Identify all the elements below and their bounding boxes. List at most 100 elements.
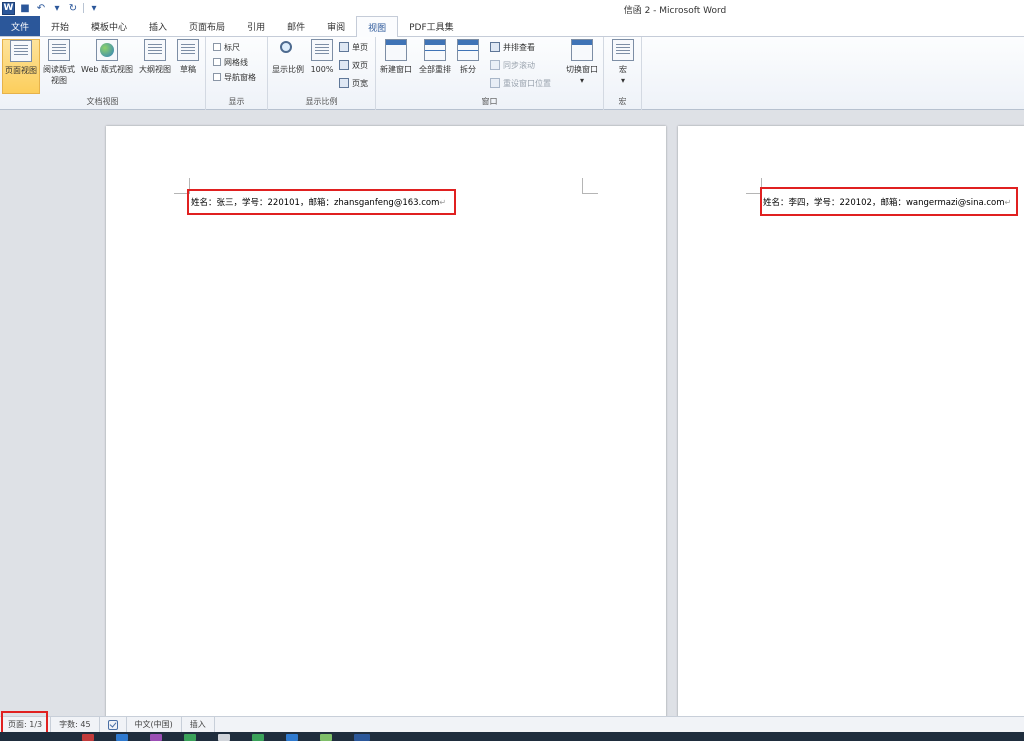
ruler-check-box[interactable]: [213, 43, 221, 51]
page-width-button[interactable]: 页宽: [339, 76, 368, 90]
tab-page-layout[interactable]: 页面布局: [178, 16, 236, 36]
new-window-label: 新建窗口: [380, 65, 412, 74]
taskbar-word-icon[interactable]: [354, 734, 370, 741]
tab-template-center[interactable]: 模板中心: [80, 16, 138, 36]
gridlines-checkbox[interactable]: 网格线: [213, 55, 248, 69]
document-views-group-label: 文档视图: [86, 97, 119, 106]
side-by-side-label: 并排查看: [503, 42, 535, 52]
sync-scroll-button: 同步滚动: [490, 58, 535, 72]
one-page-label: 单页: [352, 42, 368, 52]
group-show: 标尺 网格线 导航窗格 显示: [206, 37, 268, 110]
nav-pane-checkbox[interactable]: 导航窗格: [213, 70, 256, 84]
two-pages-icon: [339, 60, 349, 70]
taskbar-app-icon[interactable]: [218, 734, 230, 741]
taskbar-app-icon[interactable]: [320, 734, 332, 741]
status-insert-mode[interactable]: 插入: [182, 716, 215, 733]
web-view-button[interactable]: Web 版式视图: [78, 39, 136, 75]
tab-references[interactable]: 引用: [236, 16, 276, 36]
zoom-button[interactable]: 显示比例: [270, 39, 306, 75]
ruler-checkbox[interactable]: 标尺: [213, 40, 240, 54]
one-page-button[interactable]: 单页: [339, 40, 368, 54]
switch-windows-button[interactable]: 切换窗口 ▾: [564, 39, 600, 86]
reading-view-button[interactable]: 阅读版式 视图: [41, 39, 77, 86]
page-view-icon: [10, 40, 32, 62]
ribbon: 页面视图 阅读版式 视图 Web 版式视图 大纲视图 草稿 文档视图 标尺 网格…: [0, 37, 1024, 110]
arrange-all-button[interactable]: 全部重排: [416, 39, 454, 75]
taskbar-app-icon[interactable]: [184, 734, 196, 741]
taskbar-app-icon[interactable]: [150, 734, 162, 741]
tab-insert[interactable]: 插入: [138, 16, 178, 36]
two-pages-button[interactable]: 双页: [339, 58, 368, 72]
window-title: 信函 2 - Microsoft Word: [623, 6, 727, 16]
reading-view-icon: [48, 39, 70, 61]
tab-home[interactable]: 开始: [40, 16, 80, 36]
web-view-label: Web 版式视图: [81, 65, 133, 74]
status-bar: 页面: 1/3 字数: 45 中文(中国) 插入: [0, 716, 1024, 733]
zoom-label: 显示比例: [272, 65, 304, 74]
highlight-box-page1: [187, 189, 456, 215]
tab-file[interactable]: 文件: [0, 16, 40, 36]
window-group-label: 窗口: [481, 97, 498, 106]
tab-pdf-tools[interactable]: PDF工具集: [398, 16, 465, 36]
switch-windows-dropdown-icon[interactable]: ▾: [580, 75, 584, 86]
taskbar-app-icon[interactable]: [82, 734, 94, 741]
document-page-1[interactable]: 姓名：张三，学号：220101，邮箱：zhansganfeng@163.com↵: [106, 126, 666, 716]
side-by-side-button[interactable]: 并排查看: [490, 40, 535, 54]
taskbar-app-icon[interactable]: [286, 734, 298, 741]
nav-pane-label: 导航窗格: [224, 72, 256, 82]
reading-view-label-2: 视图: [51, 76, 67, 85]
group-document-views: 页面视图 阅读版式 视图 Web 版式视图 大纲视图 草稿 文档视图: [0, 37, 206, 110]
outline-view-label: 大纲视图: [139, 65, 171, 74]
macros-group-label: 宏: [618, 97, 627, 106]
status-proofing[interactable]: [100, 716, 127, 733]
arrange-all-icon: [424, 39, 446, 61]
macros-icon: [612, 39, 634, 61]
insert-mode-text: 插入: [189, 720, 206, 729]
split-button[interactable]: 拆分: [456, 39, 480, 75]
proofing-icon[interactable]: [107, 719, 118, 730]
group-zoom: 显示比例 100% 单页 双页 页宽 显示比例: [268, 37, 376, 110]
macros-button[interactable]: 宏 ▾: [610, 39, 636, 86]
tab-view[interactable]: 视图: [356, 16, 399, 37]
sync-scroll-label: 同步滚动: [503, 60, 535, 70]
status-language[interactable]: 中文(中国): [127, 716, 182, 733]
draft-view-label: 草稿: [180, 65, 196, 74]
outline-view-icon: [144, 39, 166, 61]
reset-position-button: 重设窗口位置: [490, 76, 551, 90]
ribbon-tabs: 文件 开始 模板中心 插入 页面布局 引用 邮件 审阅 视图 PDF工具集: [0, 16, 1024, 37]
tab-mailings[interactable]: 邮件: [276, 16, 316, 36]
macros-label: 宏: [619, 65, 627, 74]
side-by-side-icon: [490, 42, 500, 52]
draft-view-button[interactable]: 草稿: [174, 39, 202, 75]
outline-view-button[interactable]: 大纲视图: [137, 39, 173, 75]
ruler-label: 标尺: [224, 42, 240, 52]
gridlines-check-box[interactable]: [213, 58, 221, 66]
macros-dropdown-icon[interactable]: ▾: [621, 75, 625, 86]
language-text: 中文(中国): [134, 720, 173, 729]
document-page-2[interactable]: 姓名：李四，学号：220102，邮箱：wangermazi@sina.com↵: [678, 126, 1024, 716]
new-window-icon: [385, 39, 407, 61]
status-word-count[interactable]: 字数: 45: [51, 716, 100, 733]
zoom-100-label: 100%: [310, 65, 334, 74]
one-page-icon: [339, 42, 349, 52]
word-count-text: 字数: 45: [59, 720, 91, 729]
new-window-button[interactable]: 新建窗口: [378, 39, 414, 75]
taskbar-app-icon[interactable]: [252, 734, 264, 741]
taskbar-app-icon[interactable]: [116, 734, 128, 741]
magnifier-icon: [277, 39, 299, 61]
taskbar: [0, 732, 1024, 741]
document-area[interactable]: 姓名：张三，学号：220101，邮箱：zhansganfeng@163.com↵…: [0, 110, 1024, 716]
tab-review[interactable]: 审阅: [316, 16, 356, 36]
arrange-all-label: 全部重排: [419, 65, 451, 74]
zoom-group-label: 显示比例: [305, 97, 338, 106]
group-window: 新建窗口 全部重排 拆分 并排查看 同步滚动 重设窗口位置 切换窗口 ▾ 窗口: [376, 37, 604, 110]
zoom-100-button[interactable]: 100%: [308, 39, 336, 75]
nav-pane-check-box[interactable]: [213, 73, 221, 81]
crop-mark-top-right: [582, 178, 598, 194]
split-icon: [457, 39, 479, 61]
web-globe-icon: [96, 39, 118, 61]
page-view-label: 页面视图: [5, 66, 37, 75]
zoom-100-icon: [311, 39, 333, 61]
page-view-button[interactable]: 页面视图: [2, 39, 40, 94]
show-group-label: 显示: [228, 97, 245, 106]
